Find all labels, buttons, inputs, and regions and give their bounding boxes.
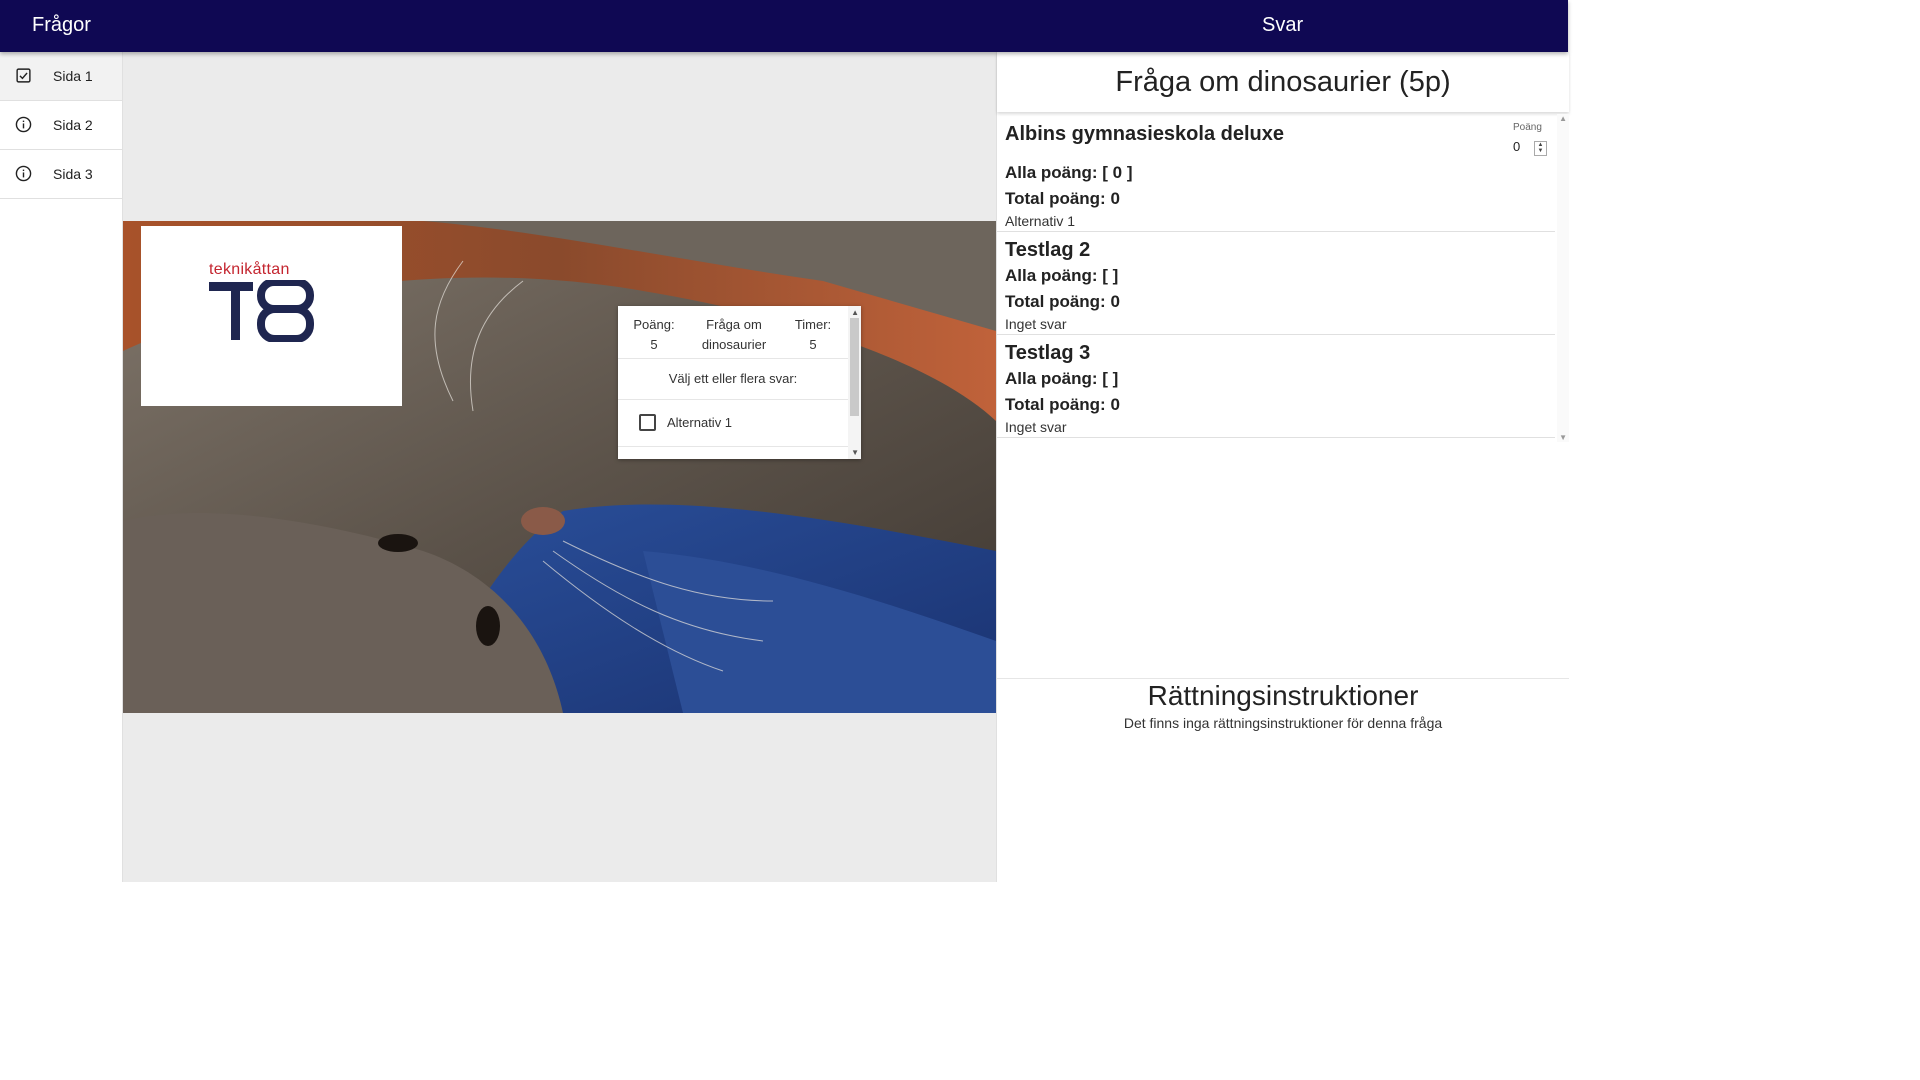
question-title: Fråga om dinosaurier (5p) xyxy=(997,52,1569,112)
sidebar-item-label: Sida 2 xyxy=(53,117,93,133)
page-sidebar: Sida 1 Sida 2 Sida 3 xyxy=(0,52,123,882)
all-points: Alla poäng: [ ] xyxy=(1005,266,1119,285)
team-answer-card: Testlag 3 Alla poäng: [ ] Total poäng: 0… xyxy=(997,335,1555,438)
answer-option-alternativ-1[interactable]: Alternativ 1 xyxy=(639,414,732,431)
background-photo-cat: teknikåttan Poäng: 5 Fråga om dinosaurie… xyxy=(123,221,996,713)
scrollbar-thumb[interactable] xyxy=(850,318,859,416)
answers-scrollbar[interactable]: ▲ ▼ xyxy=(1557,114,1569,442)
question-card-scrollbar[interactable]: ▲ ▼ xyxy=(848,306,861,459)
logo-wordmark: teknikåttan xyxy=(209,261,290,278)
sidebar-item-sida-1[interactable]: Sida 1 xyxy=(0,52,122,101)
answers-panel: Fråga om dinosaurier (5p) Albins gymnasi… xyxy=(996,52,1569,882)
all-points: Alla poäng: [ ] xyxy=(1005,369,1119,388)
option-label: Alternativ 1 xyxy=(667,415,733,430)
team-name: Albins gymnasieskola deluxe xyxy=(1005,123,1284,145)
scroll-up-icon[interactable]: ▲ xyxy=(851,308,859,317)
info-circle-icon xyxy=(15,165,32,182)
team-name: Testlag 2 xyxy=(1005,239,1091,261)
sidebar-item-sida-3[interactable]: Sida 3 xyxy=(0,150,122,199)
checkbox[interactable] xyxy=(639,414,656,431)
scroll-down-icon[interactable]: ▼ xyxy=(1559,433,1567,442)
correction-instructions: Rättningsinstruktioner Det finns inga rä… xyxy=(997,678,1569,883)
points-input[interactable]: 0 xyxy=(1513,139,1520,154)
points-label: Poäng: xyxy=(633,317,675,332)
divider xyxy=(618,446,848,447)
points-column: Poäng: 5 xyxy=(630,315,678,355)
question-title-line-2: dinosaurier xyxy=(701,337,767,352)
correction-title: Rättningsinstruktioner xyxy=(1147,680,1419,711)
timer-label: Timer: xyxy=(794,317,832,332)
teknikattan-logo: teknikåttan xyxy=(141,226,402,406)
answers-header-title: Svar xyxy=(1262,14,1304,36)
sidebar-item-label: Sida 3 xyxy=(53,166,93,182)
questions-header-title: Frågor xyxy=(32,14,91,36)
sidebar-item-sida-2[interactable]: Sida 2 xyxy=(0,101,122,150)
timer-value: 5 xyxy=(809,337,817,352)
points-value: 5 xyxy=(650,337,658,352)
app-bar: Frågor Svar xyxy=(0,0,1568,52)
points-field-label: Poäng xyxy=(1513,122,1542,133)
total-points: Total poäng: 0 xyxy=(1005,292,1120,311)
scroll-down-icon[interactable]: ▼ xyxy=(851,448,859,457)
points-stepper-icon[interactable]: ▲ ▼ xyxy=(1534,141,1547,156)
answer-prompt: Välj ett eller flera svar: xyxy=(668,371,798,386)
team-answers-list: Albins gymnasieskola deluxe Poäng 0 ▲ ▼ A… xyxy=(997,114,1569,442)
team-answer: Inget svar xyxy=(1005,419,1067,435)
team-answer: Alternativ 1 xyxy=(1005,213,1076,229)
divider xyxy=(618,399,848,400)
slide-stage: teknikåttan Poäng: 5 Fråga om dinosaurie… xyxy=(123,52,996,882)
all-points: Alla poäng: [ 0 ] xyxy=(1005,163,1133,182)
divider xyxy=(618,358,848,359)
question-title-line-1: Fråga om xyxy=(706,317,762,332)
t8-logo-mark xyxy=(209,280,314,342)
correction-text: Det finns inga rättningsinstruktioner fö… xyxy=(1123,715,1443,731)
team-name: Testlag 3 xyxy=(1005,342,1091,364)
total-points: Total poäng: 0 xyxy=(1005,189,1120,208)
timer-column: Timer: 5 xyxy=(788,315,838,355)
team-answer-card: Testlag 2 Alla poäng: [ ] Total poäng: 0… xyxy=(997,232,1555,335)
team-answer-card: Albins gymnasieskola deluxe Poäng 0 ▲ ▼ A… xyxy=(997,114,1555,232)
question-card: Poäng: 5 Fråga om dinosaurier Timer: 5 V… xyxy=(618,306,861,459)
info-circle-icon xyxy=(15,116,32,133)
checkbox-checked-icon xyxy=(16,68,31,83)
question-title-column: Fråga om dinosaurier xyxy=(688,315,780,355)
scroll-up-icon[interactable]: ▲ xyxy=(1559,114,1567,123)
team-answer: Inget svar xyxy=(1005,316,1067,332)
sidebar-item-label: Sida 1 xyxy=(53,68,93,84)
total-points: Total poäng: 0 xyxy=(1005,395,1120,414)
